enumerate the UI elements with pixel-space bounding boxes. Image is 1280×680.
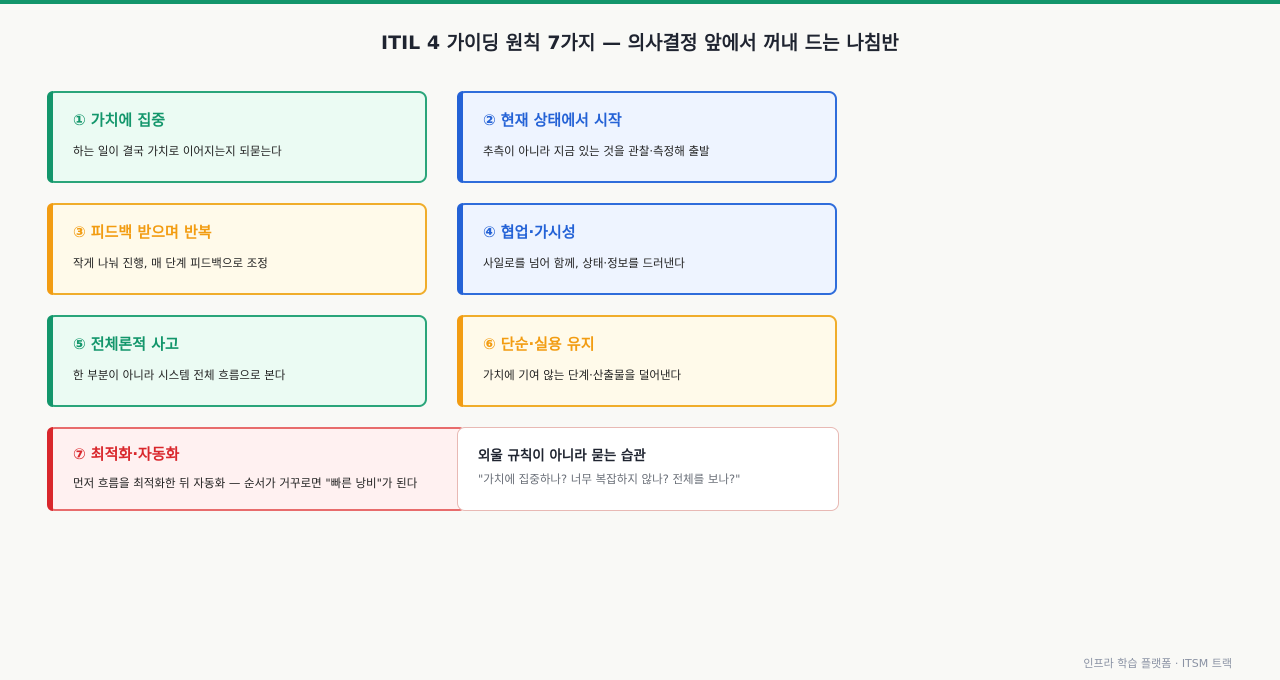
principle-card-keep-simple-practical: ⑥ 단순·실용 유지 가치에 기여 않는 단계·산출물을 덜어낸다 [457, 315, 837, 407]
principle-description: 가치에 기여 않는 단계·산출물을 덜어낸다 [483, 368, 682, 382]
footer-credit: 인프라 학습 플랫폼 · ITSM 트랙 [1083, 657, 1232, 670]
card-accent-stripe [47, 203, 53, 295]
principle-description: 작게 나눠 진행, 매 단계 피드백으로 조정 [73, 256, 268, 270]
habit-quote: "가치에 집중하나? 너무 복잡하지 않나? 전체를 보나?" [478, 472, 741, 486]
card-accent-stripe [47, 427, 53, 511]
principle-card-progress-iteratively: ③ 피드백 받으며 반복 작게 나눠 진행, 매 단계 피드백으로 조정 [47, 203, 427, 295]
card-accent-stripe [457, 91, 463, 183]
principle-card-focus-on-value: ① 가치에 집중 하는 일이 결국 가치로 이어지는지 되묻는다 [47, 91, 427, 183]
card-accent-stripe [47, 91, 53, 183]
principle-description: 먼저 흐름을 최적화한 뒤 자동화 — 순서가 거꾸로면 "빠른 낭비"가 된다 [73, 476, 418, 490]
principle-card-think-holistically: ⑤ 전체론적 사고 한 부분이 아니라 시스템 전체 흐름으로 본다 [47, 315, 427, 407]
principle-heading: ⑥ 단순·실용 유지 [483, 335, 595, 353]
principle-card-start-where-you-are: ② 현재 상태에서 시작 추측이 아니라 지금 있는 것을 관찰·측정해 출발 [457, 91, 837, 183]
principle-heading: ⑤ 전체론적 사고 [73, 335, 179, 353]
principle-heading: ② 현재 상태에서 시작 [483, 111, 622, 129]
principle-card-collaborate-visibility: ④ 협업·가시성 사일로를 넘어 함께, 상태·정보를 드러낸다 [457, 203, 837, 295]
habit-callout: 외울 규칙이 아니라 묻는 습관 "가치에 집중하나? 너무 복잡하지 않나? … [457, 427, 839, 511]
principle-card-optimize-automate: ⑦ 최적화·자동화 먼저 흐름을 최적화한 뒤 자동화 — 순서가 거꾸로면 "… [47, 427, 467, 511]
principle-description: 한 부분이 아니라 시스템 전체 흐름으로 본다 [73, 368, 286, 382]
principle-heading: ④ 협업·가시성 [483, 223, 576, 241]
card-accent-stripe [457, 315, 463, 407]
top-accent-bar [0, 0, 1280, 4]
habit-title: 외울 규칙이 아니라 묻는 습관 [478, 448, 646, 464]
principle-heading: ⑦ 최적화·자동화 [73, 445, 180, 463]
principle-description: 하는 일이 결국 가치로 이어지는지 되묻는다 [73, 144, 282, 158]
card-accent-stripe [47, 315, 53, 407]
principle-heading: ① 가치에 집중 [73, 111, 166, 129]
principle-description: 추측이 아니라 지금 있는 것을 관찰·측정해 출발 [483, 144, 710, 158]
principle-description: 사일로를 넘어 함께, 상태·정보를 드러낸다 [483, 256, 685, 270]
principle-heading: ③ 피드백 받으며 반복 [73, 223, 212, 241]
card-accent-stripe [457, 203, 463, 295]
page-title: ITIL 4 가이딩 원칙 7가지 — 의사결정 앞에서 꺼내 드는 나침반 [381, 32, 899, 54]
